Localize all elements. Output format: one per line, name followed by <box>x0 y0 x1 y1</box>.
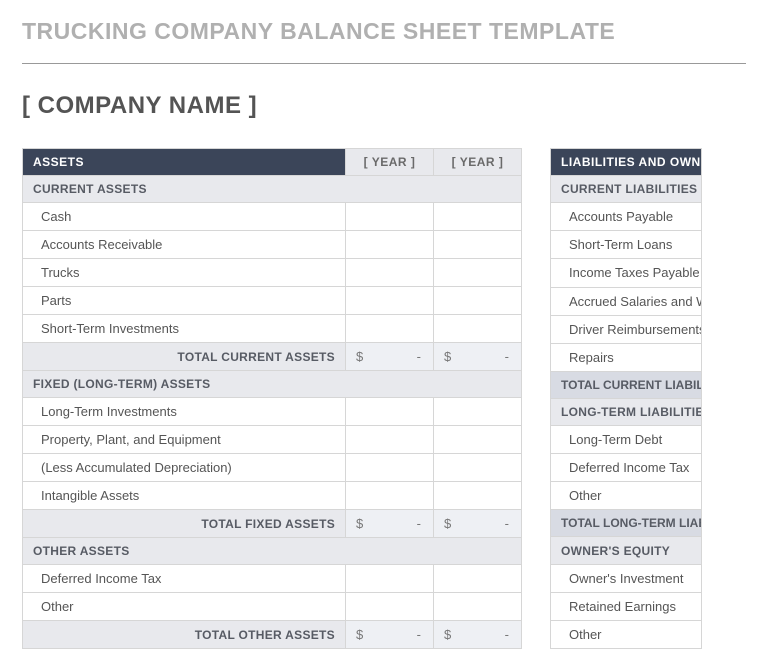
balance-sheet: ASSETS [ YEAR ] [ YEAR ] CURRENT ASSETS … <box>22 148 746 649</box>
value-cell[interactable] <box>434 454 522 482</box>
year-col-1: [ YEAR ] <box>346 149 434 176</box>
longterm-liabilities-section: LONG-TERM LIABILITIES <box>551 398 702 425</box>
fixed-assets-section: FIXED (LONG-TERM) ASSETS <box>23 371 522 398</box>
assets-table: ASSETS [ YEAR ] [ YEAR ] CURRENT ASSETS … <box>22 148 522 649</box>
liability-item: Other <box>551 482 702 510</box>
asset-item: Cash <box>23 203 346 231</box>
value-cell[interactable] <box>434 398 522 426</box>
value-cell[interactable] <box>346 482 434 510</box>
other-assets-section: OTHER ASSETS <box>23 538 522 565</box>
value-cell[interactable] <box>434 315 522 343</box>
value-cell[interactable] <box>434 259 522 287</box>
liability-item: Deferred Income Tax <box>551 454 702 482</box>
year-col-2: [ YEAR ] <box>434 149 522 176</box>
total-cell: $- <box>434 621 522 649</box>
total-cell: $- <box>434 343 522 371</box>
value-cell[interactable] <box>346 259 434 287</box>
value-cell[interactable] <box>434 565 522 593</box>
value-cell[interactable] <box>346 593 434 621</box>
total-cell: $- <box>346 621 434 649</box>
value-cell[interactable] <box>346 398 434 426</box>
total-fixed-assets-label: TOTAL FIXED ASSETS <box>23 510 346 538</box>
liability-item: Income Taxes Payable <box>551 259 702 287</box>
asset-item: Short-Term Investments <box>23 315 346 343</box>
page-title: TRUCKING COMPANY BALANCE SHEET TEMPLATE <box>22 18 746 45</box>
asset-item: Long-Term Investments <box>23 398 346 426</box>
asset-item: Intangible Assets <box>23 482 346 510</box>
asset-item: Deferred Income Tax <box>23 565 346 593</box>
total-longterm-liabilities-label: TOTAL LONG-TERM LIABILITIES <box>551 510 702 537</box>
total-current-liabilities-label: TOTAL CURRENT LIABILITIES <box>551 371 702 398</box>
asset-item: Parts <box>23 287 346 315</box>
value-cell[interactable] <box>434 231 522 259</box>
assets-header: ASSETS <box>23 149 346 176</box>
equity-item: Other <box>551 620 702 648</box>
liability-item: Long-Term Debt <box>551 426 702 454</box>
liability-item: Driver Reimbursements <box>551 315 702 343</box>
value-cell[interactable] <box>434 203 522 231</box>
value-cell[interactable] <box>346 231 434 259</box>
value-cell[interactable] <box>434 287 522 315</box>
value-cell[interactable] <box>434 593 522 621</box>
equity-item: Retained Earnings <box>551 592 702 620</box>
asset-item: Property, Plant, and Equipment <box>23 426 346 454</box>
total-cell: $- <box>346 343 434 371</box>
liabilities-table: LIABILITIES AND OWNER'S EQUITY CURRENT L… <box>550 148 702 649</box>
current-assets-section: CURRENT ASSETS <box>23 176 522 203</box>
value-cell[interactable] <box>346 454 434 482</box>
value-cell[interactable] <box>346 426 434 454</box>
liability-item: Accrued Salaries and Wages <box>551 287 702 315</box>
company-name: [ COMPANY NAME ] <box>22 92 746 126</box>
total-current-assets-label: TOTAL CURRENT ASSETS <box>23 343 346 371</box>
current-liabilities-section: CURRENT LIABILITIES <box>551 176 702 203</box>
value-cell[interactable] <box>346 565 434 593</box>
total-cell: $- <box>434 510 522 538</box>
total-other-assets-label: TOTAL OTHER ASSETS <box>23 621 346 649</box>
value-cell[interactable] <box>434 426 522 454</box>
total-cell: $- <box>346 510 434 538</box>
value-cell[interactable] <box>434 482 522 510</box>
divider <box>22 63 746 64</box>
owners-equity-section: OWNER'S EQUITY <box>551 537 702 564</box>
asset-item: Trucks <box>23 259 346 287</box>
liabilities-header: LIABILITIES AND OWNER'S EQUITY <box>551 149 702 176</box>
asset-item: Other <box>23 593 346 621</box>
value-cell[interactable] <box>346 315 434 343</box>
liability-item: Accounts Payable <box>551 203 702 231</box>
liability-item: Repairs <box>551 343 702 371</box>
asset-item: (Less Accumulated Depreciation) <box>23 454 346 482</box>
value-cell[interactable] <box>346 287 434 315</box>
value-cell[interactable] <box>346 203 434 231</box>
equity-item: Owner's Investment <box>551 564 702 592</box>
asset-item: Accounts Receivable <box>23 231 346 259</box>
liability-item: Short-Term Loans <box>551 231 702 259</box>
